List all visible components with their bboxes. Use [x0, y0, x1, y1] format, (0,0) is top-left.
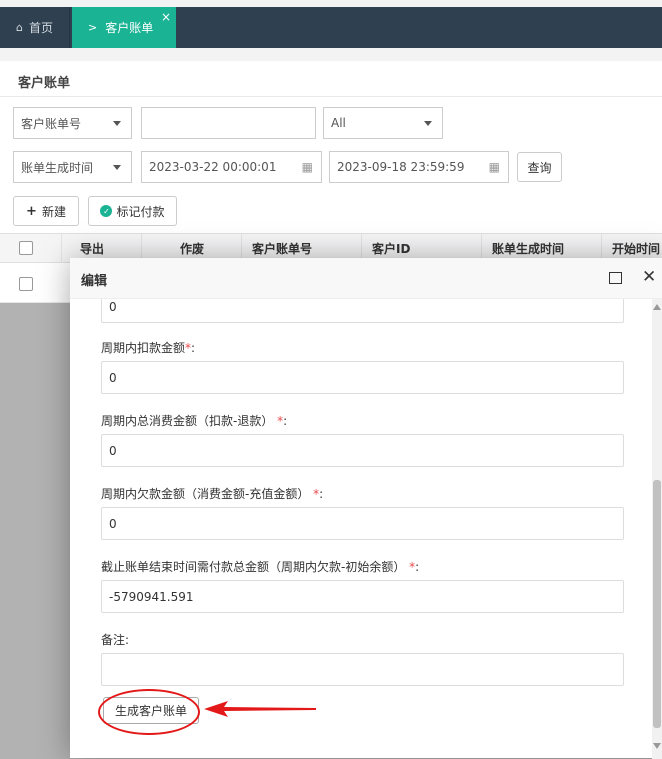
form-area: 0 周期内扣款金额*: 0 周期内总消费金额（扣款-退款） *: 0 周期内欠款… [88, 299, 638, 758]
plus-icon: + [26, 203, 37, 219]
field-select[interactable]: 客户账单号 [13, 107, 132, 139]
status-select-value: All [331, 116, 346, 130]
field-label-text: 周期内欠款金额（消费金额-充值金额） [101, 487, 310, 501]
chevron-down-icon [113, 165, 121, 170]
tab-bar: ⌂ 首页 > 客户账单 × [0, 7, 662, 48]
generate-bill-button[interactable]: 生成客户账单 [103, 697, 199, 724]
chevron-right-icon: > [88, 21, 98, 34]
mark-paid-button[interactable]: ✓ 标记付款 [88, 196, 177, 226]
modal-header: 编辑 ✕ [70, 258, 662, 299]
field-input-2[interactable]: 0 [101, 434, 624, 467]
label-suffix: : [415, 560, 420, 574]
tab-customer-bill[interactable]: > 客户账单 × [72, 7, 176, 48]
query-button-label: 查询 [527, 160, 552, 175]
calendar-icon: ▦ [488, 160, 500, 174]
chevron-down-icon [113, 121, 121, 126]
field-label-text: 周期内总消费金额（扣款-退款） [101, 414, 274, 428]
end-time-input[interactable]: 2023-09-18 23:59:59 ▦ [329, 151, 509, 183]
home-icon: ⌂ [16, 21, 23, 34]
modal-scrollbar[interactable] [652, 299, 662, 759]
label-suffix: : [125, 633, 130, 647]
time-field-select-value: 账单生成时间 [21, 160, 94, 175]
field-value: 0 [109, 516, 117, 531]
query-button[interactable]: 查询 [517, 152, 562, 182]
calendar-icon: ▦ [301, 160, 313, 174]
header-checkbox-cell [0, 234, 62, 264]
remarks-input[interactable] [101, 653, 624, 686]
field-value: 0 [109, 443, 117, 458]
field-label: 截止账单结束时间需付款总金额（周期内欠款-初始余额） *: [101, 558, 419, 575]
field-label: 周期内总消费金额（扣款-退款） *: [101, 412, 287, 429]
close-icon[interactable]: ✕ [642, 267, 656, 287]
field-value: -5790941.591 [109, 589, 194, 604]
mark-paid-button-label: 标记付款 [116, 204, 165, 219]
check-circle-icon: ✓ [100, 205, 113, 217]
field-label: 周期内扣款金额*: [101, 339, 195, 356]
label-suffix: : [319, 487, 324, 501]
edit-modal: 编辑 ✕ 0 周期内扣款金额*: 0 周期内总消费金额（扣款-退款） *: 0 … [70, 258, 662, 758]
maximize-icon[interactable] [609, 272, 622, 284]
status-select[interactable]: All [323, 107, 443, 139]
start-time-value: 2023-03-22 00:00:01 [149, 160, 277, 174]
field-label-text: 周期内扣款金额 [101, 341, 186, 355]
time-field-select[interactable]: 账单生成时间 [13, 151, 132, 183]
row-checkbox[interactable] [19, 277, 33, 291]
modal-title: 编辑 [81, 274, 108, 289]
keyword-input[interactable] [141, 107, 316, 139]
select-all-checkbox[interactable] [19, 241, 33, 255]
tab-close-icon[interactable]: × [161, 10, 171, 24]
field-label-text: 截止账单结束时间需付款总金额（周期内欠款-初始余额） [101, 560, 406, 574]
generate-bill-button-label: 生成客户账单 [114, 704, 187, 718]
start-time-input[interactable]: 2023-03-22 00:00:01 ▦ [141, 151, 322, 183]
scroll-down-icon[interactable] [653, 743, 661, 749]
label-suffix: : [191, 341, 196, 355]
scroll-up-icon[interactable] [653, 304, 661, 310]
tab-home-label: 首页 [28, 21, 53, 35]
field-value: 0 [109, 370, 117, 385]
modal-body: 0 周期内扣款金额*: 0 周期内总消费金额（扣款-退款） *: 0 周期内欠款… [70, 299, 662, 758]
field-label-text: 备注 [101, 633, 126, 647]
label-suffix: : [283, 414, 288, 428]
field-input-4[interactable]: -5790941.591 [101, 580, 624, 613]
field-input-1[interactable]: 0 [101, 361, 624, 394]
field-input-0[interactable]: 0 [101, 299, 624, 323]
tab-home[interactable]: ⌂ 首页 [0, 7, 70, 48]
field-input-3[interactable]: 0 [101, 507, 624, 540]
page-title: 客户账单 [18, 76, 71, 91]
field-label: 周期内欠款金额（消费金额-充值金额） *: [101, 485, 323, 502]
top-strip [0, 0, 662, 7]
end-time-value: 2023-09-18 23:59:59 [337, 160, 465, 174]
field-select-value: 客户账单号 [21, 116, 82, 131]
new-button[interactable]: + 新建 [13, 196, 79, 226]
field-label: 备注: [101, 631, 129, 648]
chevron-down-icon [424, 121, 432, 126]
tab-customer-bill-label: 客户账单 [105, 21, 154, 35]
title-divider [0, 96, 662, 97]
scroll-thumb[interactable] [653, 480, 661, 728]
new-button-label: 新建 [41, 204, 66, 219]
field-value: 0 [109, 299, 117, 314]
